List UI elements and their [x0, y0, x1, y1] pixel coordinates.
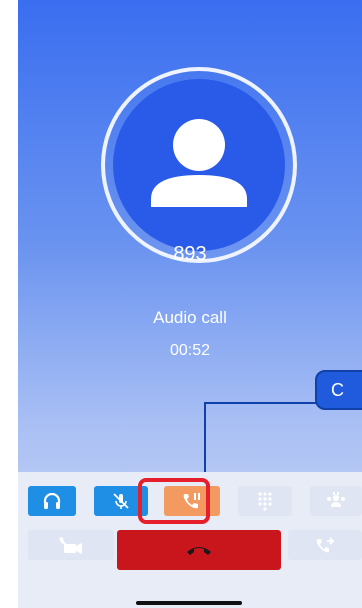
hold-button-highlight	[138, 478, 210, 524]
dialpad-button[interactable]	[238, 486, 292, 516]
conference-button[interactable]	[310, 486, 362, 516]
call-type-label: Audio call	[153, 308, 227, 327]
conference-icon	[327, 492, 345, 507]
video-icon	[59, 537, 82, 554]
video-button[interactable]	[28, 530, 114, 560]
transfer-button[interactable]	[288, 530, 362, 560]
headset-button[interactable]	[28, 486, 76, 516]
callout-bubble: C	[315, 370, 362, 410]
headset-icon	[43, 492, 61, 509]
dialpad-icon	[258, 492, 272, 511]
person-icon	[151, 119, 247, 207]
mic-muted-icon	[113, 493, 129, 509]
callout-connector-vertical	[204, 402, 206, 480]
end-call-button[interactable]	[117, 530, 281, 570]
transfer-icon	[316, 537, 335, 553]
call-timer: 00:52	[169, 342, 211, 359]
home-indicator[interactable]	[136, 601, 242, 605]
avatar	[101, 67, 297, 263]
avatar-circle	[113, 79, 285, 251]
caller-number: 893	[173, 243, 207, 265]
end-call-icon	[187, 547, 211, 555]
callout-connector	[204, 402, 316, 404]
